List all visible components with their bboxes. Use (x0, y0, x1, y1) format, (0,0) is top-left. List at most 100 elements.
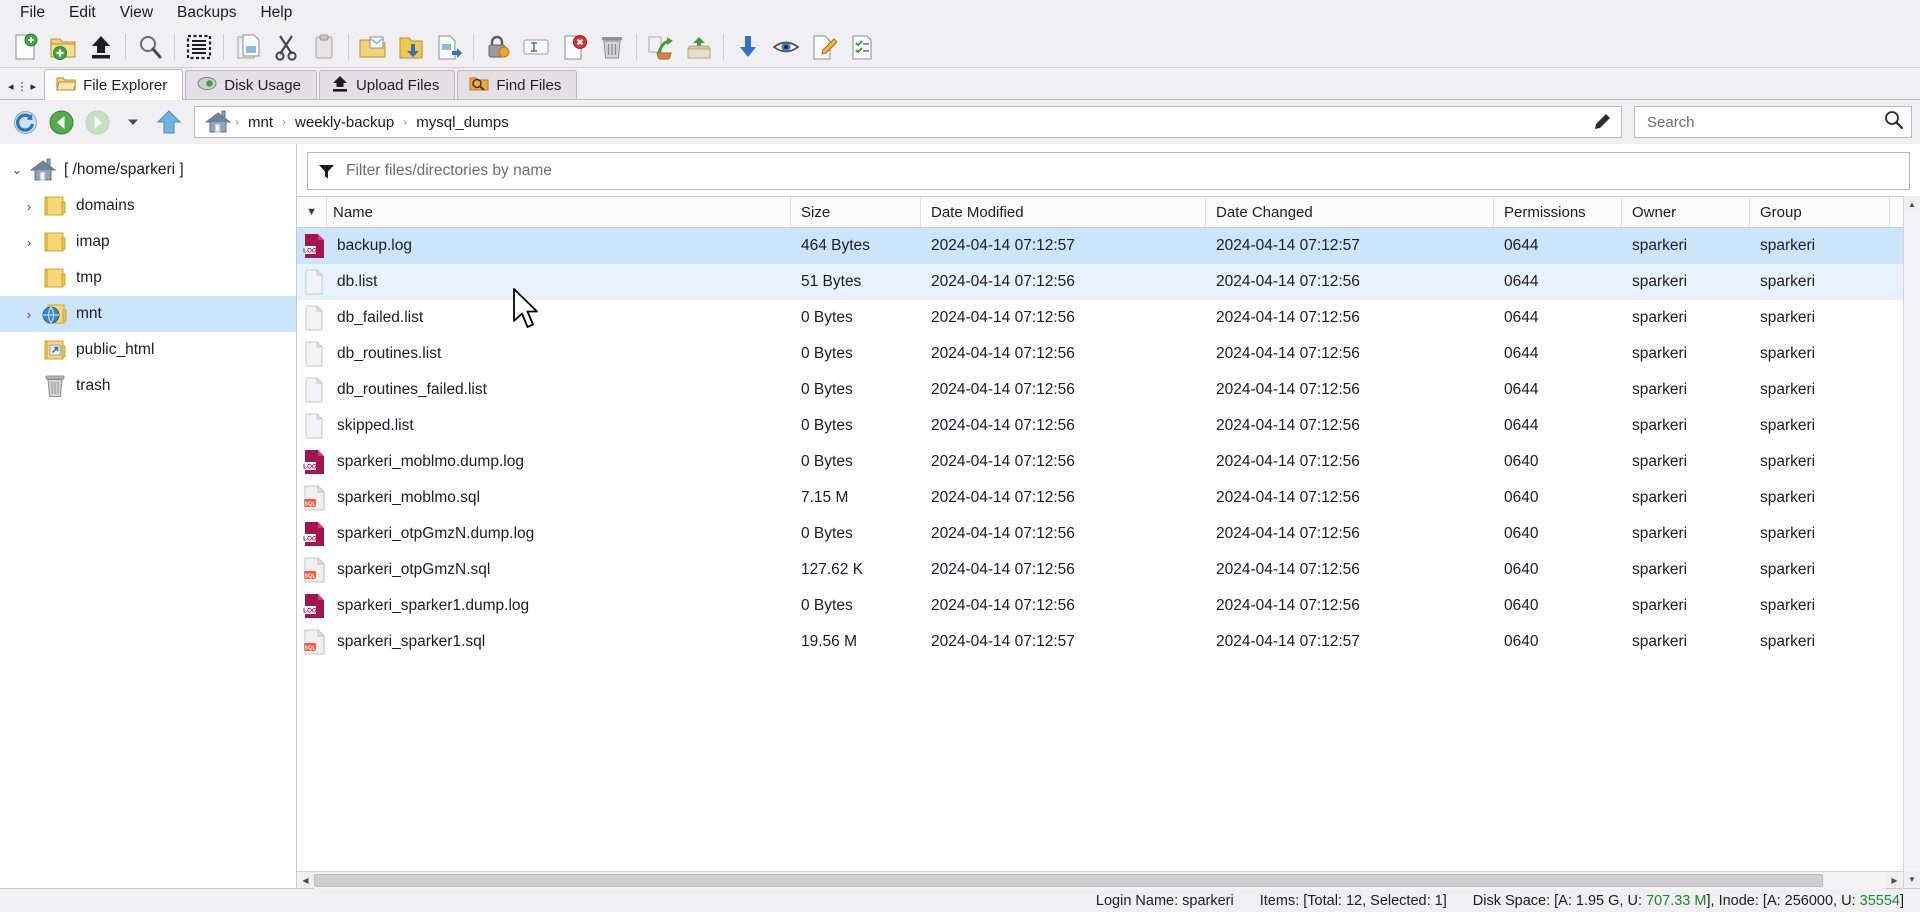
menu-file[interactable]: File (8, 1, 57, 25)
file-name-cell[interactable]: SQL sparkeri_moblmo.sql (297, 485, 791, 511)
table-row[interactable]: db_routines_failed.list 0 Bytes 2024-04-14… (297, 372, 1903, 408)
cut-icon[interactable] (267, 29, 305, 65)
column-header-name[interactable]: Name (327, 197, 791, 227)
file-name-cell[interactable]: db.list (297, 269, 791, 295)
menu-view[interactable]: View (108, 1, 165, 25)
menu-help[interactable]: Help (248, 1, 304, 25)
forward-icon[interactable] (80, 105, 114, 139)
upload-icon[interactable] (82, 29, 120, 65)
horizontal-scrollbar[interactable]: ◀ ▶ (297, 871, 1903, 889)
tab-scroll-right-icon[interactable]: ▸ (31, 82, 37, 93)
table-row[interactable]: LOG sparkeri_otpGmzN.dump.log 0 Bytes 2024-… (297, 516, 1903, 552)
hscroll-track[interactable] (314, 871, 1886, 889)
breadcrumb-bar[interactable]: › mnt › weekly-backup › mysql_dumps (194, 106, 1622, 138)
refresh-icon[interactable] (8, 105, 42, 139)
breadcrumb-mnt[interactable]: mnt (241, 111, 280, 134)
tab-scroll-left-icon[interactable]: ◂ (8, 82, 14, 93)
chevron-down-icon[interactable]: ⌄ (6, 162, 28, 178)
edit-file-icon[interactable] (805, 29, 843, 65)
tab-find-files[interactable]: Find Files (457, 70, 578, 99)
table-row[interactable]: db_failed.list 0 Bytes 2024-04-14 07:12:56… (297, 300, 1903, 336)
breadcrumb-mysql-dumps[interactable]: mysql_dumps (409, 111, 516, 134)
paste-icon[interactable] (305, 29, 343, 65)
sidebar-item-home[interactable]: ⌄ [ /home/sparkeri ] (0, 152, 296, 188)
restore-icon[interactable] (642, 29, 680, 65)
table-row[interactable]: LOG backup.log 464 Bytes 2024-04-14 07:12:5… (297, 228, 1903, 264)
table-row[interactable]: LOG sparkeri_moblmo.dump.log 0 Bytes 2024-0… (297, 444, 1903, 480)
search-icon[interactable] (1884, 110, 1904, 134)
breadcrumb-weekly-backup[interactable]: weekly-backup (288, 111, 401, 134)
checklist-icon[interactable] (843, 29, 881, 65)
scroll-right-icon[interactable]: ▶ (1886, 872, 1903, 889)
sidebar-item-tmp[interactable]: tmp (0, 260, 296, 296)
chevron-right-icon[interactable]: › (18, 199, 40, 214)
back-icon[interactable] (44, 105, 78, 139)
download-folder-icon[interactable] (392, 29, 430, 65)
tab-menu-icon[interactable]: ⋮ (17, 82, 28, 93)
file-name-cell[interactable]: db_failed.list (297, 305, 791, 331)
vertical-scrollbar[interactable]: ▲ ▼ (1903, 196, 1920, 888)
tab-disk-usage[interactable]: Disk Usage (185, 70, 317, 99)
chevron-right-icon[interactable]: › (18, 307, 40, 322)
table-row[interactable]: db_routines.list 0 Bytes 2024-04-14 07:12:… (297, 336, 1903, 372)
search-box[interactable] (1634, 106, 1912, 138)
column-header-group[interactable]: Group (1750, 197, 1890, 227)
new-folder-icon[interactable] (44, 29, 82, 65)
sidebar-item-trash[interactable]: trash (0, 368, 296, 404)
filter-bar[interactable] (307, 152, 1910, 190)
table-row[interactable]: skipped.list 0 Bytes 2024-04-14 07:12:56 20… (297, 408, 1903, 444)
table-row[interactable]: SQL sparkeri_moblmo.sql 7.15 M 2024-04-14 0… (297, 480, 1903, 516)
vscroll-track[interactable] (1903, 213, 1920, 871)
table-row[interactable]: SQL sparkeri_sparker1.sql 19.56 M 2024-04-1… (297, 624, 1903, 660)
new-file-icon[interactable] (6, 29, 44, 65)
scroll-left-icon[interactable]: ◀ (297, 872, 314, 889)
tab-upload-files[interactable]: Upload Files (318, 70, 456, 99)
file-name-cell[interactable]: SQL sparkeri_otpGmzN.sql (297, 557, 791, 583)
sidebar-item-mnt[interactable]: › mnt (0, 296, 296, 332)
edit-path-icon[interactable] (1587, 109, 1617, 135)
search-input[interactable] (1645, 112, 1884, 132)
sort-indicator-icon[interactable]: ▼ (297, 197, 327, 227)
select-all-icon[interactable] (180, 29, 218, 65)
sidebar-item-public-html[interactable]: public_html (0, 332, 296, 368)
rename-icon[interactable] (517, 29, 555, 65)
file-name-cell[interactable]: LOG backup.log (297, 233, 791, 259)
preview-eye-icon[interactable] (767, 29, 805, 65)
menu-backups[interactable]: Backups (165, 1, 248, 25)
column-header-size[interactable]: Size (791, 197, 921, 227)
home-icon[interactable] (203, 107, 233, 137)
file-name-cell[interactable]: LOG sparkeri_sparker1.dump.log (297, 593, 791, 619)
move-to-folder-icon[interactable] (354, 29, 392, 65)
permissions-lock-icon[interactable] (479, 29, 517, 65)
trash-icon[interactable] (593, 29, 631, 65)
file-name-cell[interactable]: skipped.list (297, 413, 791, 439)
filter-input[interactable] (344, 161, 1899, 181)
up-icon[interactable] (152, 105, 186, 139)
scroll-up-icon[interactable]: ▲ (1903, 196, 1920, 213)
download-icon[interactable] (729, 29, 767, 65)
column-header-date-changed[interactable]: Date Changed (1206, 197, 1494, 227)
file-name-cell[interactable]: LOG sparkeri_otpGmzN.dump.log (297, 521, 791, 547)
file-name-cell[interactable]: db_routines_failed.list (297, 377, 791, 403)
sidebar-item-domains[interactable]: › domains (0, 188, 296, 224)
chevron-right-icon[interactable]: › (18, 235, 40, 250)
file-name-cell[interactable]: db_routines.list (297, 341, 791, 367)
file-name-cell[interactable]: SQL sparkeri_sparker1.sql (297, 629, 791, 655)
hscroll-thumb[interactable] (314, 873, 1824, 887)
table-row[interactable]: SQL sparkeri_otpGmzN.sql 127.62 K 2024-04-1… (297, 552, 1903, 588)
sidebar-item-imap[interactable]: › imap (0, 224, 296, 260)
table-row[interactable]: LOG sparkeri_sparker1.dump.log 0 Bytes 2024… (297, 588, 1903, 624)
column-header-permissions[interactable]: Permissions (1494, 197, 1622, 227)
tab-file-explorer[interactable]: File Explorer (44, 69, 184, 100)
file-name-cell[interactable]: LOG sparkeri_moblmo.dump.log (297, 449, 791, 475)
table-row[interactable]: db.list 51 Bytes 2024-04-14 07:12:56 2024-0… (297, 264, 1903, 300)
delete-file-icon[interactable] (555, 29, 593, 65)
search-icon[interactable] (131, 29, 169, 65)
extract-archive-icon[interactable] (430, 29, 468, 65)
column-header-owner[interactable]: Owner (1622, 197, 1750, 227)
copy-icon[interactable] (229, 29, 267, 65)
archive-box-icon[interactable] (680, 29, 718, 65)
menu-edit[interactable]: Edit (57, 1, 108, 25)
chevron-down-icon[interactable] (116, 105, 150, 139)
column-header-date-modified[interactable]: Date Modified (921, 197, 1206, 227)
